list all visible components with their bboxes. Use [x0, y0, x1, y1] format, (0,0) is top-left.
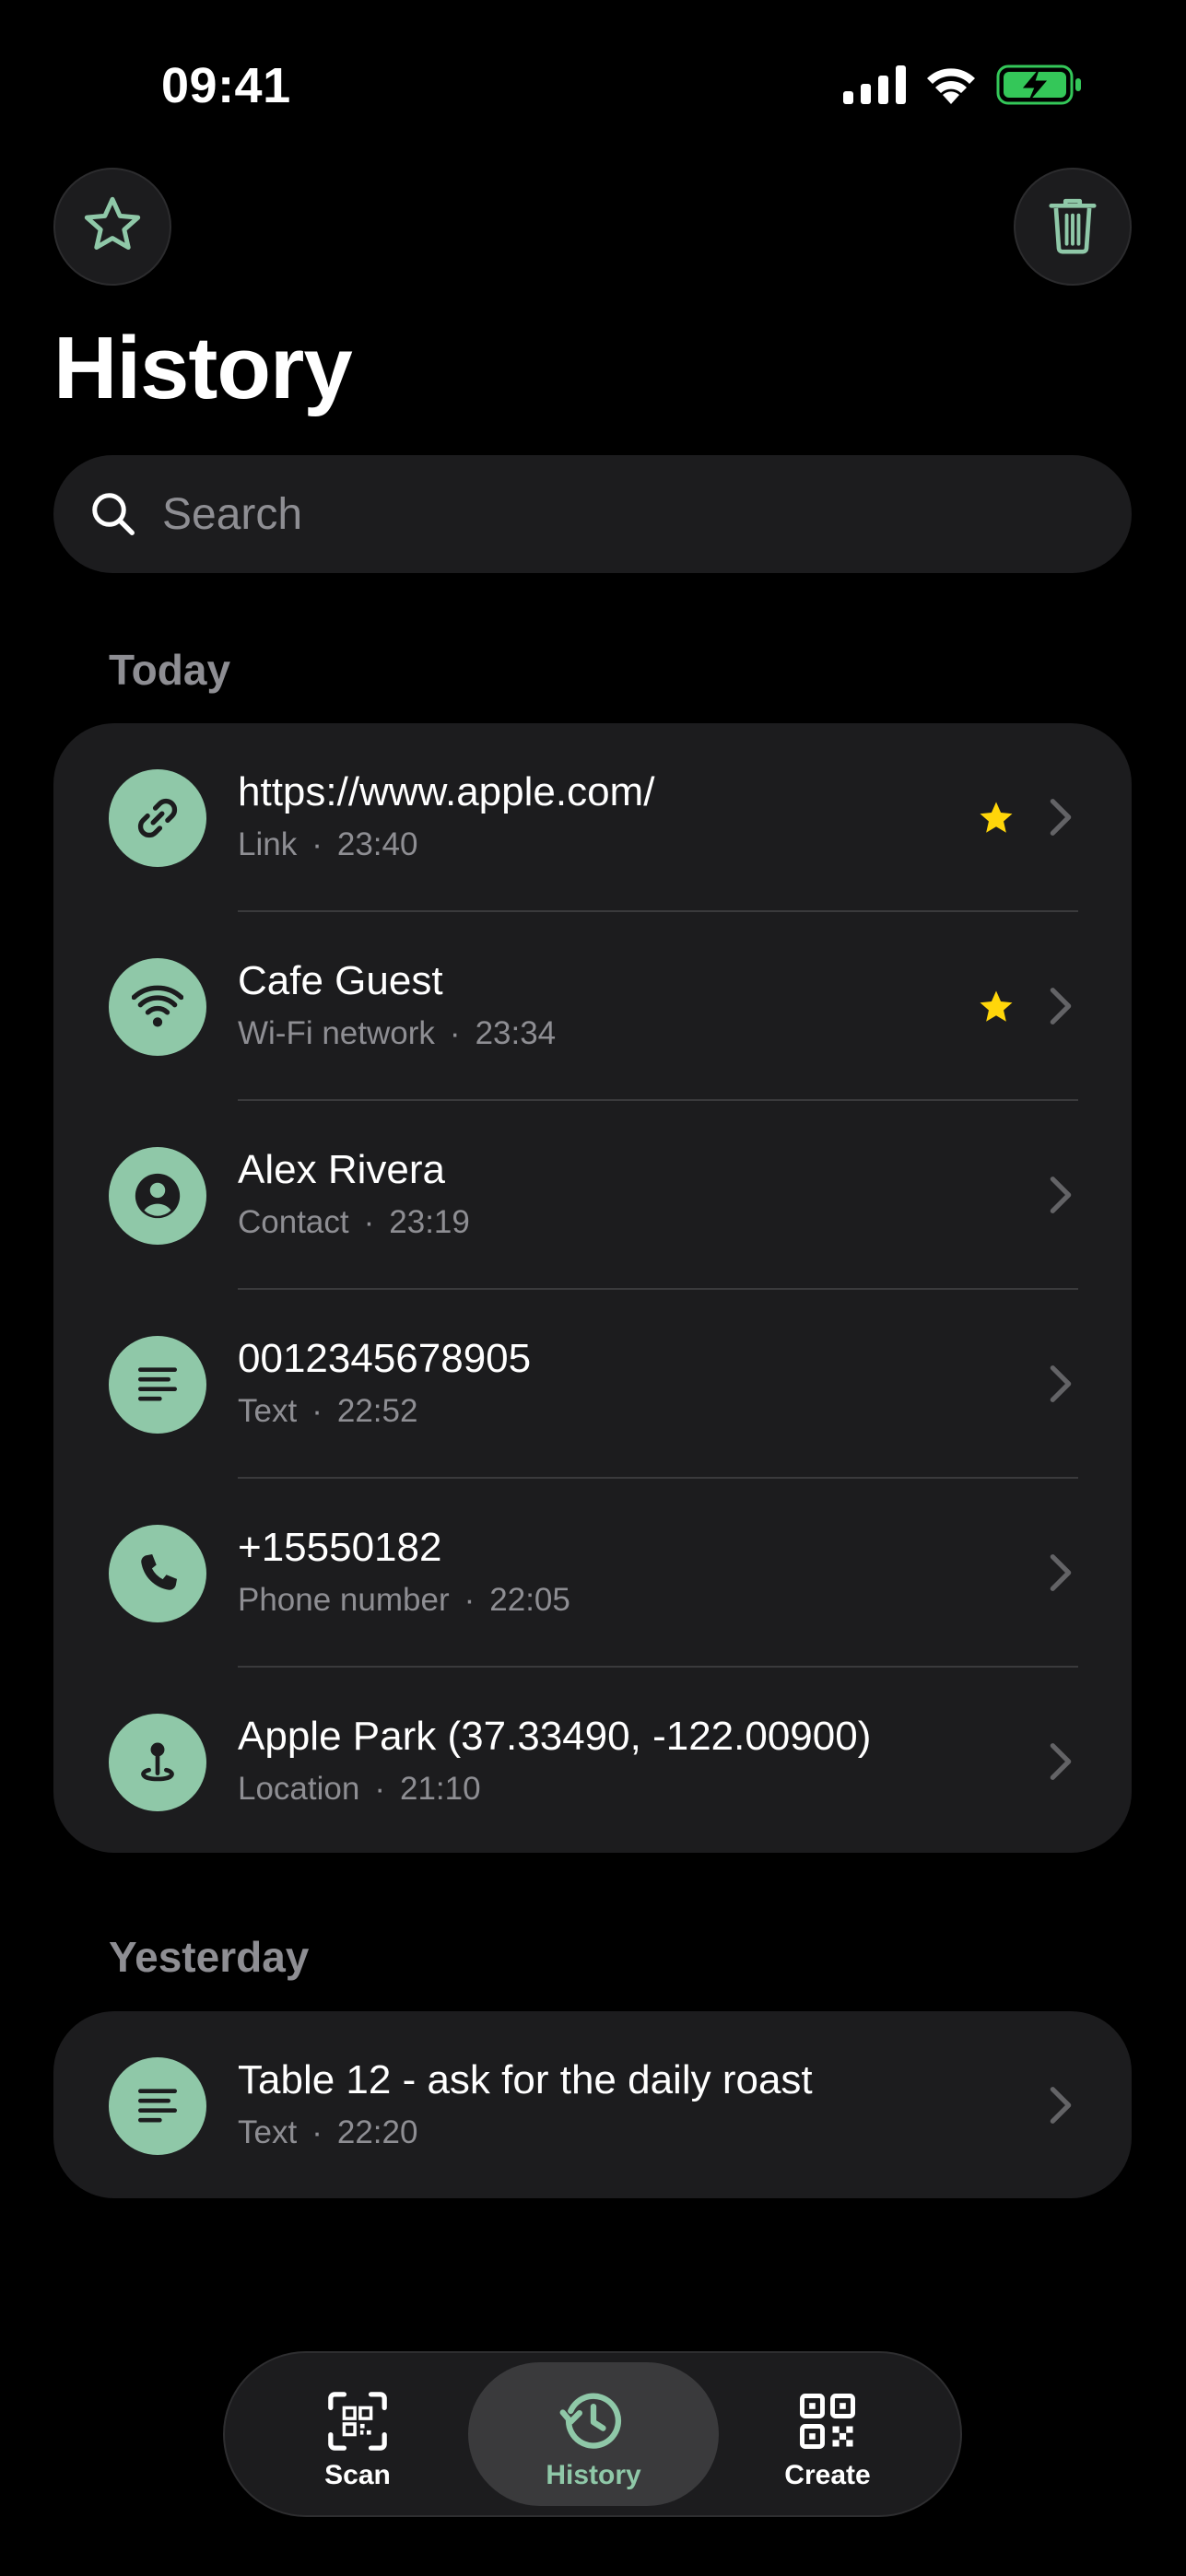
text-icon: [109, 2057, 206, 2155]
row-type: Phone number: [238, 1582, 450, 1618]
row-time: 23:40: [336, 826, 418, 862]
text-icon: [109, 1336, 206, 1434]
status-bar: 09:41: [0, 0, 1186, 166]
contact-icon: [109, 1147, 206, 1245]
history-list-today: https://www.apple.com/ Link · 23:40 Cafe G…: [53, 723, 1132, 1853]
separator-dot: ·: [464, 1582, 476, 1618]
chevron-right-icon: [1049, 2085, 1073, 2130]
wifi-status-icon: [924, 65, 978, 109]
separator-dot: ·: [311, 1393, 323, 1429]
chevron-right-icon: [1049, 1741, 1073, 1786]
chevron-right-icon: [1049, 797, 1073, 842]
row-type: Text: [238, 1393, 298, 1429]
history-icon: [558, 2388, 628, 2454]
row-subtitle: Text · 22:52: [238, 1393, 417, 1430]
row-title: 0012345678905: [238, 1336, 532, 1381]
tab-scan[interactable]: Scan: [232, 2362, 483, 2506]
history-row[interactable]: 0012345678905 Text · 22:52: [53, 1290, 1132, 1479]
row-subtitle: Wi-Fi network · 23:34: [238, 1015, 556, 1052]
row-title: https://www.apple.com/: [238, 769, 655, 814]
favorites-button[interactable]: [53, 168, 171, 286]
row-title: Cafe Guest: [238, 958, 443, 1003]
row-title: Apple Park (37.33490, -122.00900): [238, 1714, 872, 1759]
history-row[interactable]: +15550182 Phone number · 22:05: [53, 1479, 1132, 1668]
tab-create[interactable]: Create: [702, 2362, 953, 2506]
link-icon: [109, 769, 206, 867]
search-icon: [88, 489, 138, 539]
row-time: 23:19: [389, 1204, 470, 1240]
tab-history[interactable]: History: [468, 2362, 719, 2506]
section-header-today: Today: [109, 646, 231, 694]
chevron-right-icon: [1049, 1552, 1073, 1598]
tab-bar: Scan History Create: [223, 2351, 962, 2517]
row-title: +15550182: [238, 1525, 442, 1570]
row-time: 22:52: [336, 1393, 418, 1429]
history-row[interactable]: Apple Park (37.33490, -122.00900) Locati…: [53, 1668, 1132, 1853]
chevron-right-icon: [1049, 986, 1073, 1031]
row-time: 22:20: [336, 2114, 418, 2150]
row-title: Alex Rivera: [238, 1147, 445, 1192]
history-row[interactable]: Alex Rivera Contact · 23:19: [53, 1101, 1132, 1290]
star-outline-icon: [80, 193, 145, 262]
history-list-yesterday: Table 12 - ask for the daily roast Text ·…: [53, 2011, 1132, 2198]
separator-dot: ·: [311, 826, 323, 862]
row-subtitle: Location · 21:10: [238, 1771, 481, 1808]
history-row[interactable]: https://www.apple.com/ Link · 23:40: [53, 723, 1132, 912]
history-row[interactable]: Table 12 - ask for the daily roast Text ·…: [53, 2011, 1132, 2198]
scan-qr-icon: [325, 2388, 390, 2454]
status-time: 09:41: [161, 58, 291, 113]
status-icons: [843, 64, 1083, 110]
battery-charging-icon: [996, 64, 1083, 110]
row-subtitle: Contact · 23:19: [238, 1204, 470, 1241]
search-input[interactable]: [160, 487, 1086, 541]
page-title: History: [53, 319, 353, 417]
row-subtitle: Text · 22:20: [238, 2114, 417, 2151]
row-type: Location: [238, 1771, 360, 1807]
section-header-yesterday: Yesterday: [109, 1933, 310, 1981]
tab-label: Scan: [324, 2460, 391, 2490]
separator-dot: ·: [374, 1771, 385, 1807]
row-type: Contact: [238, 1204, 349, 1240]
phone-icon: [109, 1525, 206, 1622]
qr-code-icon: [797, 2388, 858, 2454]
tab-label: Create: [784, 2460, 871, 2490]
location-icon: [109, 1714, 206, 1811]
trash-icon: [1044, 193, 1101, 262]
tab-label: History: [546, 2460, 641, 2490]
clear-history-button[interactable]: [1014, 168, 1132, 286]
separator-dot: ·: [311, 2114, 323, 2150]
row-type: Text: [238, 2114, 298, 2150]
row-time: 22:05: [489, 1582, 570, 1618]
row-time: 23:34: [475, 1015, 557, 1051]
chevron-right-icon: [1049, 1364, 1073, 1409]
star-filled-icon[interactable]: [977, 799, 1016, 842]
row-type: Link: [238, 826, 298, 862]
separator-dot: ·: [363, 1204, 375, 1240]
row-subtitle: Link · 23:40: [238, 826, 417, 863]
row-type: Wi-Fi network: [238, 1015, 435, 1051]
history-row[interactable]: Cafe Guest Wi-Fi network · 23:34: [53, 912, 1132, 1101]
search-bar[interactable]: [53, 455, 1132, 573]
cellular-signal-icon: [843, 65, 906, 109]
separator-dot: ·: [449, 1015, 461, 1051]
row-subtitle: Phone number · 22:05: [238, 1582, 570, 1619]
row-time: 21:10: [399, 1771, 481, 1807]
wifi-icon: [109, 958, 206, 1056]
star-filled-icon[interactable]: [977, 988, 1016, 1031]
chevron-right-icon: [1049, 1175, 1073, 1220]
row-title: Table 12 - ask for the daily roast: [238, 2057, 813, 2102]
